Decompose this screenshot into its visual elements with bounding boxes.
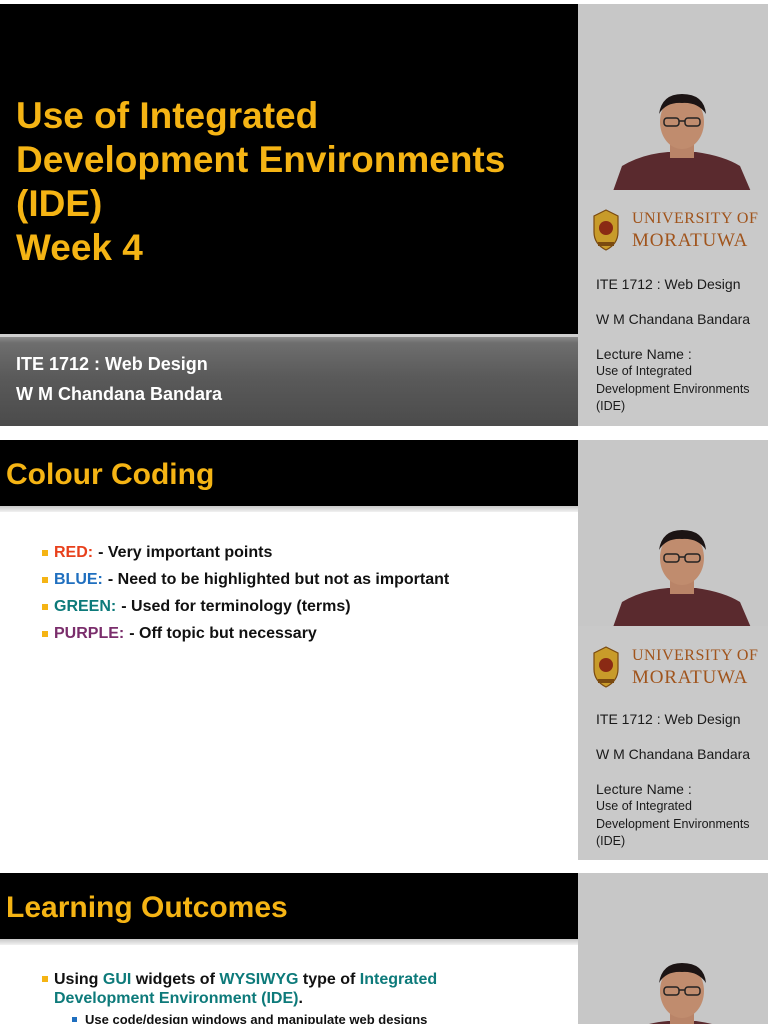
video-frame-learning-outcomes: Learning Outcomes Using GUI widgets of W… [0, 873, 768, 1024]
university-logo: UNIVERSITY OF MORATUWA [590, 208, 758, 252]
university-crest-icon [593, 209, 619, 251]
term-gui: GUI [102, 971, 132, 988]
colour-description: - Used for terminology (terms) [121, 597, 351, 615]
side-lecturer: W M Chandana Bandara [596, 311, 751, 327]
header-divider [0, 939, 578, 945]
sub-outcome-text: Use code/design windows and manipulate w… [85, 1012, 428, 1024]
lecture-name-line: Development Environments [596, 381, 750, 396]
colour-key-red: RED: [54, 543, 94, 561]
list-item: PURPLE: - Off topic but necessary [42, 620, 449, 647]
bullet-icon [42, 576, 48, 583]
title-line: Development Environments [16, 139, 506, 180]
header-divider [0, 506, 578, 512]
presenter-image [613, 94, 751, 190]
side-panel: UNIVERSITY OF MORATUWA ITE 1712 : Web De… [578, 4, 768, 426]
webcam-feed [578, 4, 768, 190]
video-frame-colour-coding: Colour Coding RED: - Very important poin… [0, 440, 768, 860]
term-integrated: Integrated [359, 971, 438, 988]
list-item: GREEN: - Used for terminology (terms) [42, 593, 449, 620]
lecture-name-label: Lecture Name : [596, 346, 692, 362]
bullet-icon [42, 976, 48, 982]
video-frame-title-slide: Use of Integrated Development Environmen… [0, 4, 768, 426]
title-line: Week 4 [16, 227, 143, 268]
lecture-name-label: Lecture Name : [596, 781, 692, 797]
outcome-item: Using GUI widgets of WYSIWYG type of Int… [42, 970, 437, 1008]
colour-description: - Very important points [98, 543, 273, 561]
side-panel: UNIVERSITY OF MORATUWA ITE 1712 : Web De… [578, 440, 768, 860]
webcam-feed [578, 440, 768, 626]
outcome-text: widgets of [131, 971, 220, 988]
colour-key-green: GREEN: [54, 597, 117, 615]
lecture-name-line: Use of Integrated [596, 364, 692, 378]
colour-description: - Off topic but necessary [129, 624, 317, 642]
bullet-icon [42, 549, 48, 556]
outcome-text: . [298, 990, 303, 1007]
side-course: ITE 1712 : Web Design [596, 711, 741, 727]
slide-heading: Colour Coding [6, 458, 215, 491]
term-wysiwyg: WYSIWYG [219, 971, 299, 988]
list-item: BLUE: - Need to be highlighted but not a… [42, 566, 449, 593]
footer-course: ITE 1712 : Web Design [16, 354, 208, 374]
colour-legend-list: RED: - Very important points BLUE: - Nee… [42, 539, 449, 647]
outcome-text: Using [54, 971, 103, 988]
university-name-line2: MORATUWA [632, 230, 749, 251]
side-course: ITE 1712 : Web Design [596, 276, 741, 292]
lecture-name-value: Use of Integrated Development Environmen… [596, 363, 750, 416]
footer-lecturer: W M Chandana Bandara [16, 384, 223, 404]
slide-title: Use of Integrated Development Environmen… [16, 94, 505, 270]
university-logo: UNIVERSITY OF MORATUWA [590, 645, 758, 689]
university-crest-icon [593, 646, 619, 688]
bullet-icon [42, 603, 48, 610]
lecture-name-value: Use of Integrated Development Environmen… [596, 798, 750, 851]
sub-bullet-icon [72, 1017, 77, 1022]
university-name-line1: UNIVERSITY OF [632, 210, 759, 227]
university-name-line1: UNIVERSITY OF [632, 647, 759, 664]
slide-footer: ITE 1712 : Web Design W M Chandana Banda… [0, 334, 578, 426]
list-item: Using GUI widgets of WYSIWYG type of Int… [42, 970, 437, 1008]
colour-key-purple: PURPLE: [54, 624, 125, 642]
learning-outcomes-slide: Learning Outcomes Using GUI widgets of W… [0, 873, 578, 1024]
slide-header: Colour Coding [0, 440, 578, 506]
slide-heading: Learning Outcomes [6, 891, 288, 924]
webcam-feed [578, 873, 768, 1024]
sub-outcome-item: Use code/design windows and manipulate w… [72, 1012, 427, 1024]
slide-header: Learning Outcomes [0, 873, 578, 939]
presenter-image [613, 530, 751, 626]
colour-key-blue: BLUE: [54, 570, 103, 588]
title-line: Use of Integrated [16, 95, 319, 136]
title-line: (IDE) [16, 183, 103, 224]
colour-coding-slide: Colour Coding RED: - Very important poin… [0, 440, 578, 860]
side-panel [578, 873, 768, 1024]
term-ide: Development Environment (IDE) [54, 990, 299, 1007]
side-lecturer: W M Chandana Bandara [596, 746, 751, 762]
outcome-text: type of [298, 971, 360, 988]
bullet-icon [42, 630, 48, 637]
presenter-image [649, 963, 712, 1024]
title-slide: Use of Integrated Development Environmen… [0, 4, 578, 426]
colour-description: - Need to be highlighted but not as impo… [107, 570, 450, 588]
lecture-name-line: Development Environments [596, 816, 750, 831]
lecture-name-line: Use of Integrated [596, 799, 692, 813]
list-item: RED: - Very important points [42, 539, 449, 566]
university-name-line2: MORATUWA [632, 667, 749, 688]
lecture-name-line: (IDE) [596, 399, 626, 413]
lecture-name-line: (IDE) [596, 834, 626, 848]
